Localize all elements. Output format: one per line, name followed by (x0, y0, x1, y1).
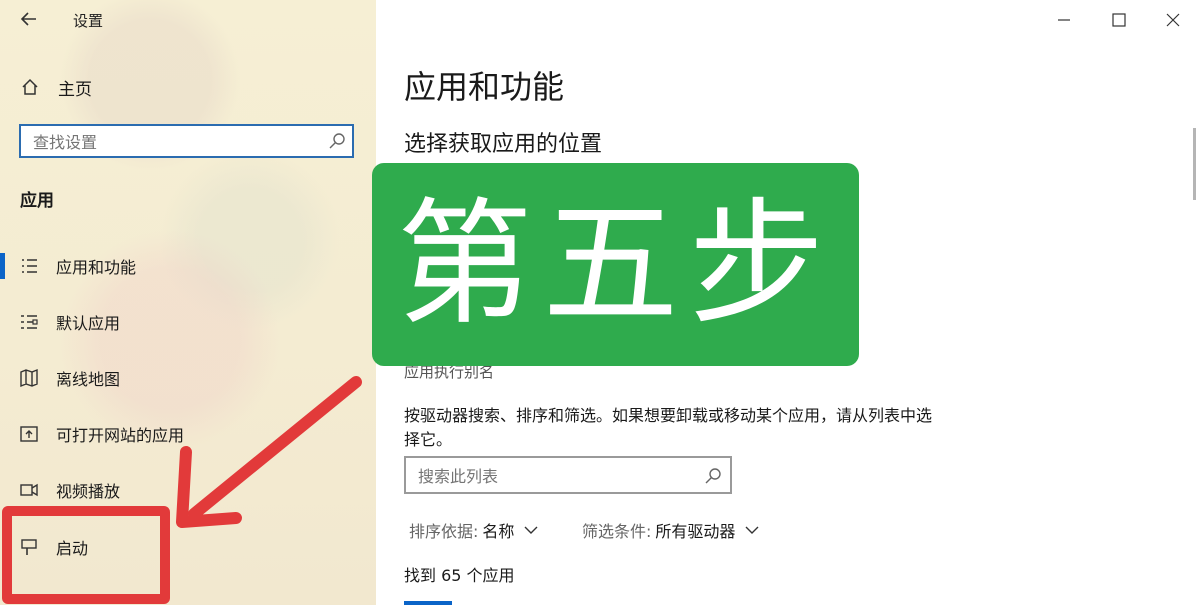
video-icon (20, 483, 38, 497)
minimize-icon[interactable] (1054, 10, 1074, 30)
map-icon (20, 368, 38, 388)
sidebar-item-default-apps[interactable]: 默认应用 (0, 302, 376, 342)
sidebar-item-label: 离线地图 (56, 370, 121, 389)
settings-search-input[interactable] (21, 126, 315, 158)
open-website-icon (20, 426, 38, 442)
sidebar-item-label: 默认应用 (56, 314, 121, 333)
close-icon[interactable] (1163, 10, 1183, 30)
chevron-down-icon (745, 526, 759, 534)
description-text: 按驱动器搜索、排序和筛选。如果想要卸载或移动某个应用，请从列表中选择它。 (404, 406, 933, 449)
step-banner: 第五步 (372, 163, 859, 366)
filter-value: 所有驱动器 (655, 522, 736, 541)
chevron-down-icon (524, 526, 538, 534)
window-title: 设置 (73, 12, 104, 30)
list-search[interactable] (404, 456, 732, 494)
default-apps-icon (21, 315, 38, 329)
section-title: 应用 (20, 191, 54, 211)
search-icon[interactable] (328, 132, 346, 150)
sort-label: 排序依据: (409, 522, 479, 541)
highlight-box (2, 506, 170, 604)
red-arrow-icon (176, 376, 362, 528)
app-count: 找到 65 个应用 (404, 566, 515, 585)
sidebar-item-apps-features[interactable]: 应用和功能 (0, 246, 376, 286)
maximize-icon[interactable] (1109, 10, 1129, 30)
sort-value: 名称 (482, 522, 515, 541)
scrollbar[interactable] (1193, 128, 1196, 200)
sort-dropdown[interactable]: 排序依据: 名称 (409, 518, 538, 542)
sidebar-item-label: 应用和功能 (56, 258, 137, 277)
home-link[interactable]: 主页 (20, 74, 92, 100)
list-icon (22, 259, 37, 273)
home-icon (22, 78, 38, 95)
search-icon[interactable] (704, 467, 722, 485)
page-title: 应用和功能 (404, 68, 565, 106)
back-arrow-icon[interactable] (18, 8, 40, 30)
sidebar-item-label: 视频播放 (56, 482, 121, 501)
filter-label: 筛选条件: (582, 522, 652, 541)
settings-search[interactable] (19, 124, 354, 158)
list-focus-indicator (404, 601, 452, 605)
section-subtitle: 选择获取应用的位置 (404, 132, 603, 157)
step-banner-text: 第五步 (396, 185, 835, 344)
home-label: 主页 (58, 79, 92, 100)
list-search-input[interactable] (406, 458, 690, 494)
filter-dropdown[interactable]: 筛选条件: 所有驱动器 (582, 518, 759, 542)
